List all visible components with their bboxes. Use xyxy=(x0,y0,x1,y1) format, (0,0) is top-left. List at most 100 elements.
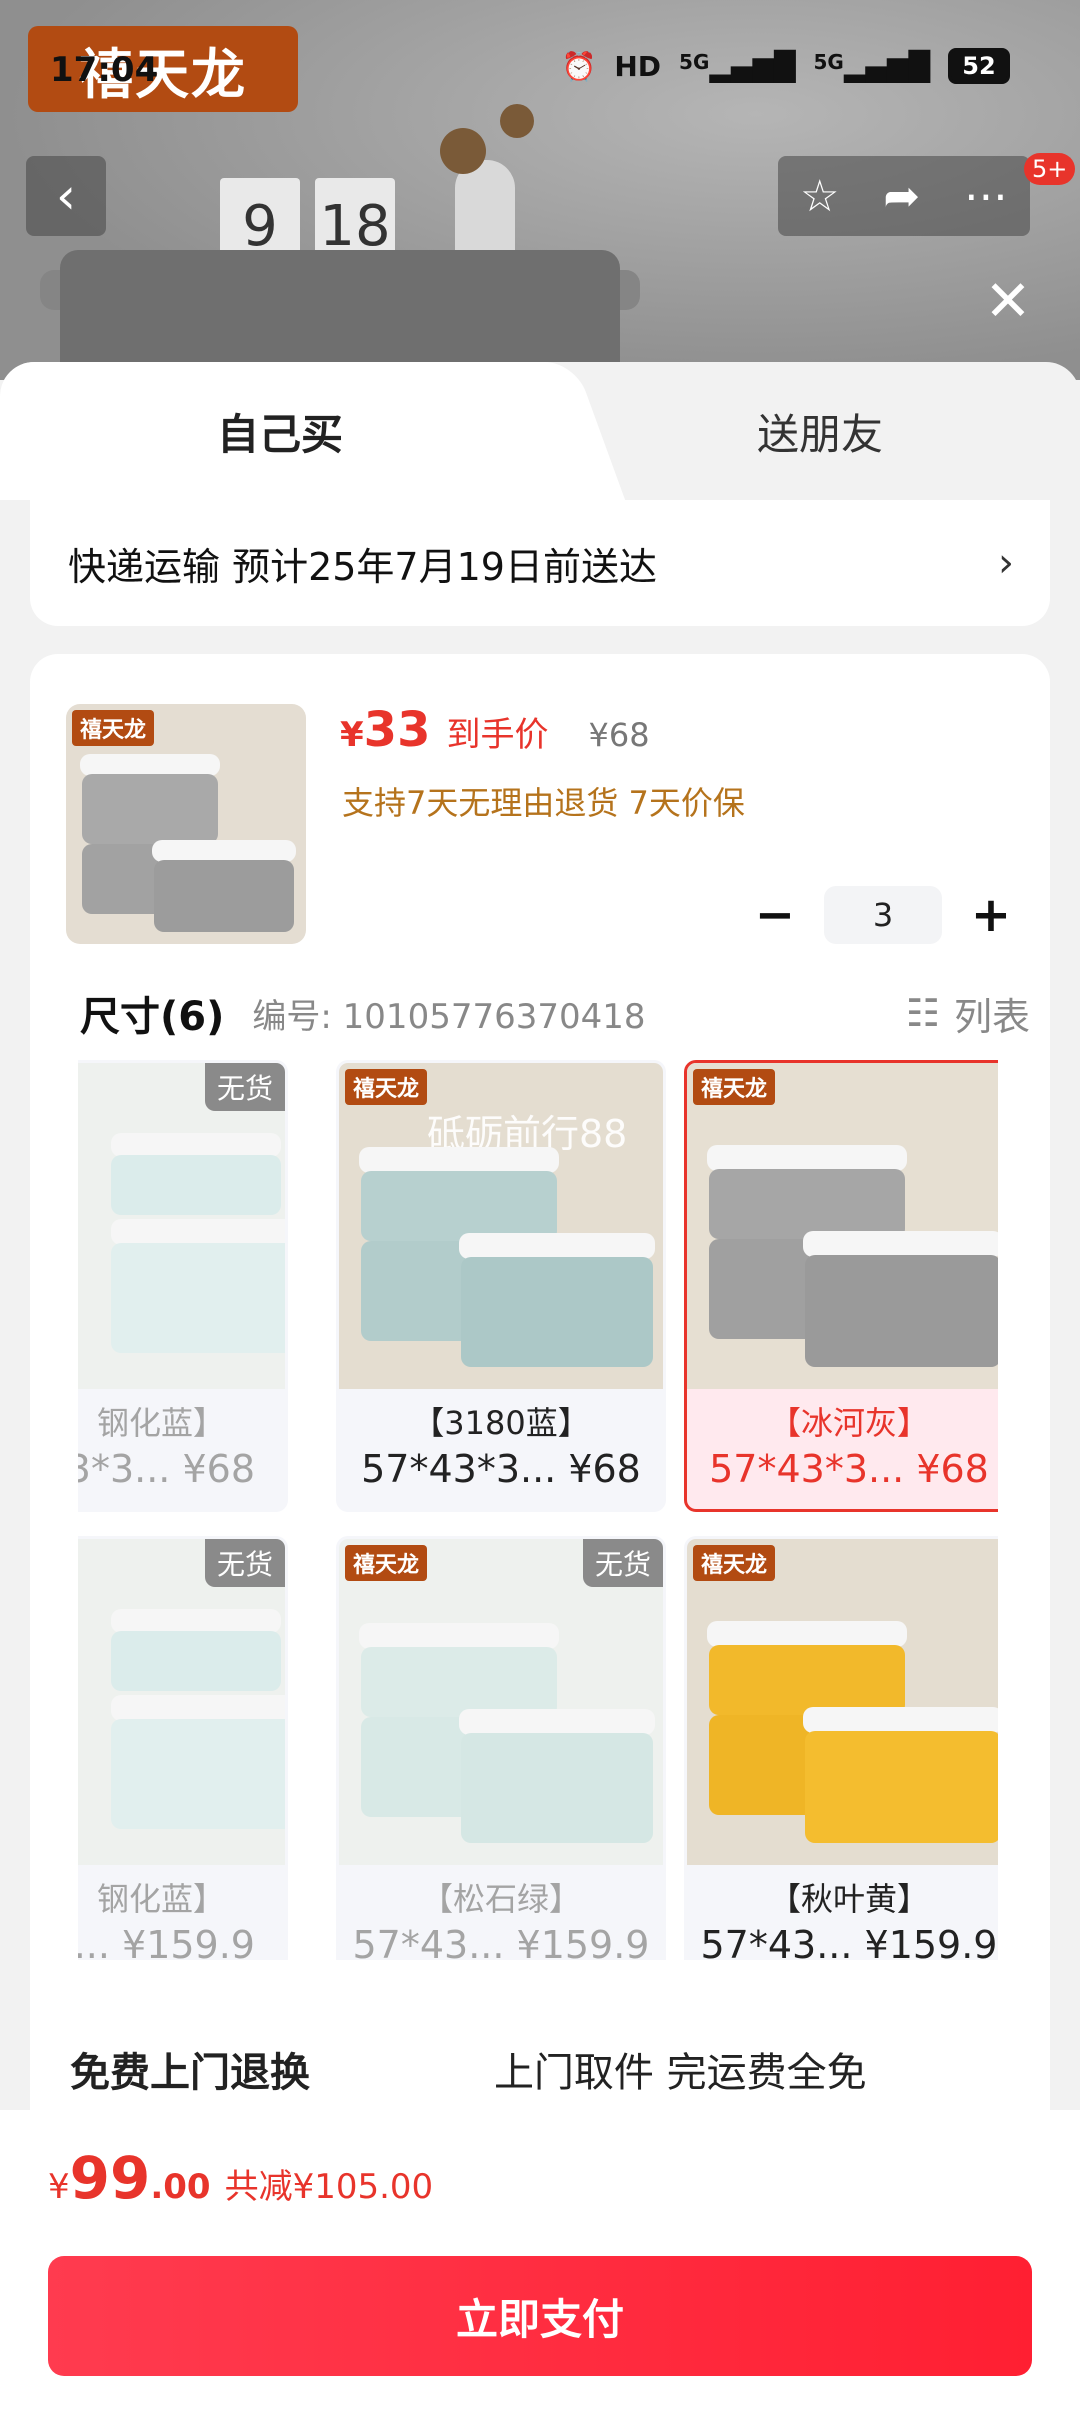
notification-badge: 5+ xyxy=(1024,153,1076,185)
minus-button[interactable]: − xyxy=(750,887,800,943)
signal-icon: 5G▂▄▆█ xyxy=(813,49,930,83)
option-spec-price: 57*43... ¥159.9 xyxy=(700,1923,998,1960)
option-spec-price: 57*43*3... ¥68 xyxy=(709,1447,989,1491)
crate-decoration xyxy=(709,1169,905,1239)
size-option-grid: 无货 钢化蓝】 3*3... ¥68 禧天龙 砥砺前行88 【3180蓝】 57… xyxy=(78,1060,998,1960)
brand-mini-logo: 禧天龙 xyxy=(72,710,155,746)
size-option-3180-blue[interactable]: 禧天龙 砥砺前行88 【3180蓝】 57*43*3... ¥68 xyxy=(336,1060,666,1512)
list-icon: ☷ xyxy=(905,991,940,1035)
product-code: 编号: 10105776370418 xyxy=(252,996,646,1037)
pay-now-button[interactable]: 立即支付 xyxy=(48,2256,1032,2376)
quantity-stepper: − 3 + xyxy=(750,886,1016,944)
tab-label: 自己买 xyxy=(216,409,343,459)
crate-lid-decoration xyxy=(459,1709,655,1735)
crate-decoration xyxy=(805,1731,998,1843)
list-label: 列表 xyxy=(953,994,1030,1039)
close-icon[interactable]: ✕ xyxy=(982,274,1034,330)
crate-decoration xyxy=(82,774,218,844)
total-price: ¥ 99 .00 共减¥105.00 xyxy=(48,2144,433,2212)
crate-decoration xyxy=(461,1733,653,1843)
brand-mini-logo: 禧天龙 xyxy=(345,1545,428,1581)
option-image xyxy=(78,1063,285,1389)
tab-gift-friend[interactable]: 送朋友 xyxy=(560,362,1080,500)
crate-lid-decoration xyxy=(359,1623,559,1649)
crate-lid-decoration xyxy=(80,754,220,776)
crate-decoration xyxy=(361,1171,557,1241)
option-name: 钢化蓝】 xyxy=(96,1880,225,1918)
list-view-toggle[interactable]: ☷ 列表 xyxy=(906,986,1030,1041)
crate-lid-decoration xyxy=(111,1219,285,1245)
crate-lid-decoration xyxy=(707,1621,907,1647)
out-of-stock-badge: 无货 xyxy=(204,1063,285,1111)
guarantee-text: 支持7天无理由退货 7天价保 xyxy=(342,784,745,822)
crate-decoration xyxy=(709,1645,905,1715)
crate-decoration xyxy=(154,860,294,932)
product-thumbnail[interactable]: 禧天龙 xyxy=(66,704,306,944)
crate-lid-decoration xyxy=(111,1695,285,1721)
crate-decoration xyxy=(361,1647,557,1717)
crate-decoration xyxy=(805,1255,998,1367)
star-icon[interactable]: ☆ xyxy=(800,171,839,222)
hd-icon: HD xyxy=(614,49,662,83)
size-option-turquoise[interactable]: 禧天龙 无货 【松石绿】 57*43... ¥159.9 xyxy=(336,1536,666,1960)
tab-buy-self[interactable]: 自己买 xyxy=(0,362,560,500)
brand-mini-logo: 禧天龙 xyxy=(693,1069,776,1105)
size-option-steel-blue-large[interactable]: 无货 钢化蓝】 3... ¥159.9 xyxy=(78,1536,288,1960)
size-title: 尺寸(6) xyxy=(80,994,225,1040)
status-icons: ⏰ HD 5G▂▄▆█ 5G▂▄▆█ 52 xyxy=(561,48,1010,84)
shipping-info-row[interactable]: 快递运输 预计25年7月19日前送达 › xyxy=(30,500,1050,626)
total-integer: 99 xyxy=(69,2144,151,2212)
shipping-text: 快递运输 预计25年7月19日前送达 xyxy=(68,544,657,589)
option-image: 禧天龙 xyxy=(339,1539,663,1865)
purchase-sheet: 自己买 送朋友 快递运输 预计25年7月19日前送达 › 禧天龙 ¥33 到手价… xyxy=(0,362,1080,2412)
price-row: ¥33 到手价 ¥68 xyxy=(340,702,650,758)
option-name: 【冰河灰】 xyxy=(768,1404,929,1442)
original-price: ¥68 xyxy=(588,716,650,754)
status-bar: 17:04 ⏰ HD 5G▂▄▆█ 5G▂▄▆█ 52 xyxy=(0,0,1080,140)
product-option-card: 禧天龙 ¥33 到手价 ¥68 支持7天无理由退货 7天价保 − 3 + 尺寸(… xyxy=(30,654,1050,2154)
plus-button[interactable]: + xyxy=(966,887,1016,943)
tab-label: 送朋友 xyxy=(756,409,883,459)
back-button[interactable]: ‹ xyxy=(26,156,106,236)
size-option-steel-blue[interactable]: 无货 钢化蓝】 3*3... ¥68 xyxy=(78,1060,288,1512)
more-icon[interactable]: ⋯ xyxy=(964,171,1008,222)
option-spec-price: 57*43*3... ¥68 xyxy=(361,1447,641,1491)
option-image: 禧天龙 xyxy=(687,1539,998,1865)
chevron-left-icon: ‹ xyxy=(56,167,76,225)
currency-symbol: ¥ xyxy=(48,2167,70,2207)
quantity-input[interactable]: 3 xyxy=(824,886,942,944)
crate-decoration xyxy=(111,1155,281,1215)
crate-lid-decoration xyxy=(803,1231,998,1257)
crate-lid-decoration xyxy=(359,1147,559,1173)
alarm-icon: ⏰ xyxy=(561,49,597,83)
battery-icon: 52 xyxy=(948,48,1010,84)
crate-lid-decoration xyxy=(803,1707,998,1733)
chevron-right-icon: › xyxy=(998,540,1014,586)
option-name: 【松石绿】 xyxy=(420,1880,581,1918)
option-name: 【3180蓝】 xyxy=(412,1404,590,1442)
size-option-autumn-yellow[interactable]: 禧天龙 【秋叶黄】 57*43... ¥159.9 xyxy=(684,1536,998,1960)
crate-lid-decoration xyxy=(707,1145,907,1171)
free-return-service-label: 免费上门退换 上门取件 完运费全免 xyxy=(70,2040,867,2098)
brand-mini-logo: 禧天龙 xyxy=(345,1069,428,1105)
out-of-stock-badge: 无货 xyxy=(204,1539,285,1587)
out-of-stock-badge: 无货 xyxy=(582,1539,663,1587)
crate-decoration xyxy=(60,250,620,380)
crate-decoration xyxy=(461,1257,653,1367)
top-actions-bar: ☆ ➦ ⋯ xyxy=(778,156,1030,236)
size-header: 尺寸(6) 编号: 10105776370418 ☷ 列表 xyxy=(80,984,1030,1042)
signal-icon: 5G▂▄▆█ xyxy=(679,49,796,83)
option-name: 【秋叶黄】 xyxy=(768,1880,929,1918)
option-name: 钢化蓝】 xyxy=(96,1404,225,1442)
option-image xyxy=(78,1539,285,1865)
size-option-glacier-gray[interactable]: 禧天龙 【冰河灰】 57*43*3... ¥68 xyxy=(684,1060,998,1512)
option-spec-price: 57*43... ¥159.9 xyxy=(352,1923,650,1960)
crate-lid-decoration xyxy=(459,1233,655,1259)
discount-total: 共减¥105.00 xyxy=(224,2167,434,2207)
crate-lid-decoration xyxy=(111,1609,281,1633)
service-desc: 上门取件 完运费全免 xyxy=(493,2050,867,2096)
crate-lid-decoration xyxy=(152,840,296,862)
share-icon[interactable]: ➦ xyxy=(883,171,920,222)
option-image: 禧天龙 砥砺前行88 xyxy=(339,1063,663,1389)
crate-decoration xyxy=(111,1719,285,1829)
